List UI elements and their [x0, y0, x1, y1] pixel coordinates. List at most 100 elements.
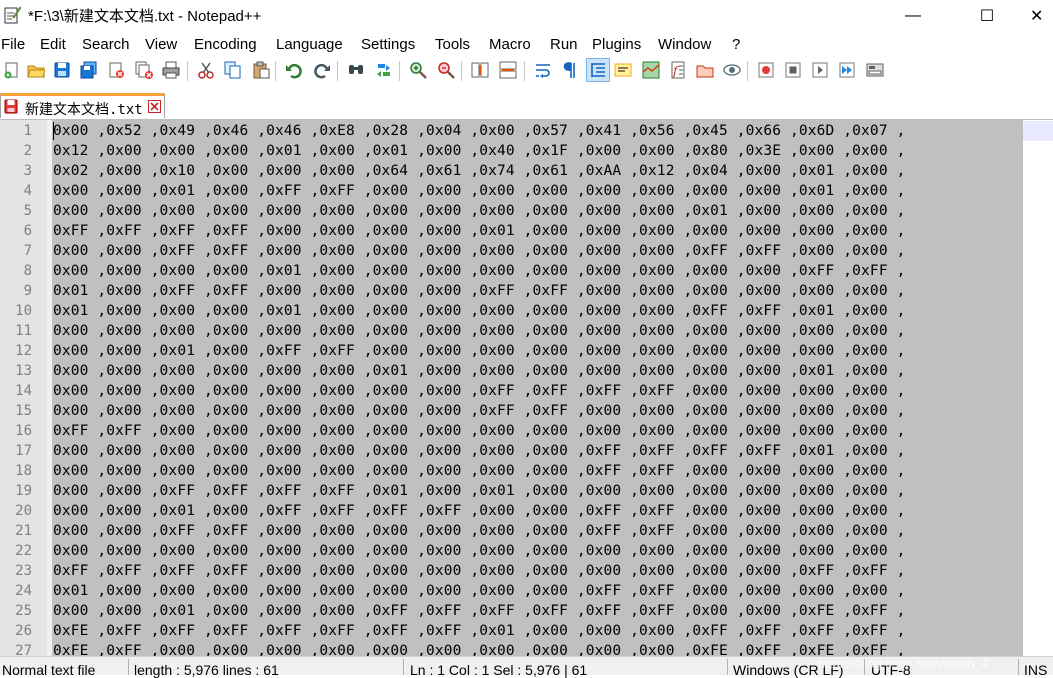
line-number: 5: [23, 203, 32, 219]
toolbar-separator: [337, 61, 338, 81]
code-line[interactable]: 0x00 ,0x00 ,0x01 ,0x00 ,0xFF ,0xFF ,0xFF…: [53, 501, 905, 521]
menu-view[interactable]: View: [145, 36, 177, 53]
code-line[interactable]: 0x00 ,0x00 ,0x01 ,0x00 ,0x00 ,0x00 ,0xFF…: [53, 601, 905, 621]
save-icon: [54, 62, 70, 78]
copy-button[interactable]: [222, 59, 244, 81]
save-all-button[interactable]: [78, 59, 100, 81]
open-file-icon: [27, 65, 45, 78]
menu-settings[interactable]: Settings: [361, 36, 415, 53]
save-all-icon: [80, 61, 97, 79]
menu-run[interactable]: Run: [550, 36, 578, 53]
show-all-characters-button[interactable]: [558, 59, 580, 81]
menu-file[interactable]: File: [1, 36, 25, 53]
menu-plugins[interactable]: Plugins: [592, 36, 641, 53]
code-line[interactable]: 0x00 ,0x00 ,0x00 ,0x00 ,0x00 ,0x00 ,0x00…: [53, 461, 905, 481]
code-line[interactable]: 0xFF ,0xFF ,0x00 ,0x00 ,0x00 ,0x00 ,0x00…: [53, 421, 905, 441]
menu-help[interactable]: ?: [732, 36, 740, 53]
code-line[interactable]: 0x00 ,0x00 ,0xFF ,0xFF ,0xFF ,0xFF ,0x01…: [53, 481, 905, 501]
zoom-in-button[interactable]: [407, 59, 429, 81]
new-file-button[interactable]: [1, 59, 23, 81]
function-list-button[interactable]: f: [667, 59, 689, 81]
code-line[interactable]: 0x00 ,0x00 ,0xFF ,0xFF ,0x00 ,0x00 ,0x00…: [53, 521, 905, 541]
indent-guide-button[interactable]: [586, 58, 610, 82]
code-line[interactable]: 0x00 ,0x00 ,0x00 ,0x00 ,0x00 ,0x00 ,0x00…: [53, 441, 905, 461]
code-line[interactable]: 0x00 ,0x00 ,0x00 ,0x00 ,0x00 ,0x00 ,0x00…: [53, 381, 905, 401]
close-window-button[interactable]: ✕: [1030, 0, 1053, 31]
cut-button[interactable]: [195, 59, 217, 81]
code-line[interactable]: 0xFE ,0xFF ,0x00 ,0x00 ,0x00 ,0x00 ,0x00…: [53, 641, 905, 656]
close-all-button[interactable]: [133, 59, 155, 81]
user-defined-language-button[interactable]: [612, 59, 634, 81]
show-all-characters-icon: [563, 62, 575, 78]
code-line[interactable]: 0x00 ,0x00 ,0x00 ,0x00 ,0x00 ,0x00 ,0x00…: [53, 401, 905, 421]
undo-icon: [286, 63, 302, 79]
line-number: 17: [15, 443, 32, 459]
save-macro-button[interactable]: [864, 59, 886, 81]
word-wrap-button[interactable]: [532, 59, 554, 81]
user-defined-language-icon: [614, 63, 632, 77]
code-line[interactable]: 0x00 ,0x00 ,0x01 ,0x00 ,0xFF ,0xFF ,0x00…: [53, 181, 905, 201]
sync-horizontal-button[interactable]: [497, 59, 519, 81]
code-line[interactable]: 0x01 ,0x00 ,0x00 ,0x00 ,0x01 ,0x00 ,0x00…: [53, 301, 905, 321]
menu-encoding[interactable]: Encoding: [194, 36, 257, 53]
print-button[interactable]: [160, 59, 182, 81]
cut-icon: [198, 62, 214, 79]
find-button[interactable]: [345, 59, 367, 81]
code-line[interactable]: 0xFE ,0xFF ,0xFF ,0xFF ,0xFF ,0xFF ,0xFF…: [53, 621, 905, 641]
word-wrap-icon: [536, 64, 550, 78]
code-line[interactable]: 0x00 ,0x00 ,0x01 ,0x00 ,0xFF ,0xFF ,0x00…: [53, 341, 905, 361]
menu-edit[interactable]: Edit: [40, 36, 66, 53]
redo-button[interactable]: [311, 59, 333, 81]
record-macro-button[interactable]: [755, 59, 777, 81]
title-bar: *F:\3\新建文本文档.txt - Notepad++ — ☐ ✕: [0, 0, 1053, 31]
maximize-button[interactable]: ☐: [964, 0, 1010, 31]
folder-as-workspace-button[interactable]: [694, 59, 716, 81]
indent-guide-icon: [591, 63, 605, 77]
minimize-button[interactable]: —: [890, 0, 936, 31]
code-line[interactable]: 0x00 ,0x52 ,0x49 ,0x46 ,0x46 ,0xE8 ,0x28…: [53, 121, 905, 141]
save-button[interactable]: [51, 59, 73, 81]
code-line[interactable]: 0xFF ,0xFF ,0xFF ,0xFF ,0x00 ,0x00 ,0x00…: [53, 561, 905, 581]
open-file-button[interactable]: [25, 59, 47, 81]
run-macro-multiple-button[interactable]: [836, 59, 858, 81]
undo-button[interactable]: [283, 59, 305, 81]
menu-language[interactable]: Language: [276, 36, 343, 53]
code-line[interactable]: 0x12 ,0x00 ,0x00 ,0x00 ,0x01 ,0x00 ,0x01…: [53, 141, 905, 161]
code-line[interactable]: 0x00 ,0x00 ,0x00 ,0x00 ,0x00 ,0x00 ,0x00…: [53, 201, 905, 221]
tab-close-icon[interactable]: [148, 100, 161, 113]
code-line[interactable]: 0x00 ,0x00 ,0x00 ,0x00 ,0x01 ,0x00 ,0x00…: [53, 261, 905, 281]
code-line[interactable]: 0x00 ,0x00 ,0x00 ,0x00 ,0x00 ,0x00 ,0x01…: [53, 361, 905, 381]
code-line[interactable]: 0x01 ,0x00 ,0x00 ,0x00 ,0x00 ,0x00 ,0x00…: [53, 581, 905, 601]
zoom-out-button[interactable]: [435, 59, 457, 81]
playback-macro-button[interactable]: [809, 59, 831, 81]
code-line[interactable]: 0x00 ,0x00 ,0x00 ,0x00 ,0x00 ,0x00 ,0x00…: [53, 321, 905, 341]
monitoring-button[interactable]: [721, 59, 743, 81]
code-line[interactable]: 0x01 ,0x00 ,0xFF ,0xFF ,0x00 ,0x00 ,0x00…: [53, 281, 905, 301]
code-line[interactable]: 0x00 ,0x00 ,0xFF ,0xFF ,0x00 ,0x00 ,0x00…: [53, 241, 905, 261]
paste-button[interactable]: [250, 59, 272, 81]
line-number: 10: [15, 303, 32, 319]
document-map-button[interactable]: [640, 59, 662, 81]
code-line[interactable]: 0xFF ,0xFF ,0xFF ,0xFF ,0x00 ,0x00 ,0x00…: [53, 221, 905, 241]
code-line[interactable]: 0x02 ,0x00 ,0x10 ,0x00 ,0x00 ,0x00 ,0x64…: [53, 161, 905, 181]
menu-tools[interactable]: Tools: [435, 36, 470, 53]
sync-vertical-button[interactable]: [469, 59, 491, 81]
replace-button[interactable]: [373, 59, 395, 81]
maximize-icon: ☐: [979, 7, 995, 25]
line-number-gutter[interactable]: 1 2 3 4 5 6 7 8 9 10 11 12 13 14 15 16 17 18 19 20 21 22 23 24 2…: [0, 120, 47, 656]
document-tab[interactable]: 新建文本文档.txt: [0, 93, 165, 118]
code-line[interactable]: 0x00 ,0x00 ,0x00 ,0x00 ,0x00 ,0x00 ,0x00…: [53, 541, 905, 561]
menu-search[interactable]: Search: [82, 36, 130, 53]
minimize-icon: —: [905, 6, 921, 24]
stop-recording-button[interactable]: [782, 59, 804, 81]
line-number: 25: [15, 603, 32, 619]
toolbar-separator: [461, 61, 462, 81]
line-number: 9: [23, 283, 32, 299]
menu-window[interactable]: Window: [658, 36, 711, 53]
menu-macro[interactable]: Macro: [489, 36, 531, 53]
line-number: 12: [15, 343, 32, 359]
close-button[interactable]: [105, 59, 127, 81]
menu-bar: File Edit Search View Encoding Language Settin…: [0, 34, 1053, 56]
toolbar-separator: [187, 61, 188, 81]
editor-area[interactable]: 1 2 3 4 5 6 7 8 9 10 11 12 13 14 15 16 17 18 19 20 21 22 23 24 2…: [0, 120, 1053, 656]
